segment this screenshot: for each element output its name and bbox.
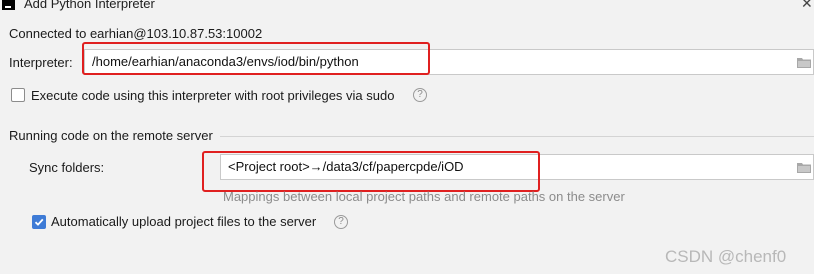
sync-folders-highlight (202, 151, 540, 192)
connection-status: Connected to earhian@103.10.87.53:10002 (9, 26, 263, 41)
title-bar: Add Python Interpreter ✕ (0, 0, 814, 14)
help-icon[interactable]: ? (334, 215, 348, 229)
interpreter-label: Interpreter: (9, 55, 73, 70)
sync-folders-hint: Mappings between local project paths and… (223, 189, 625, 204)
auto-upload-checkbox[interactable] (32, 215, 46, 229)
sudo-label[interactable]: Execute code using this interpreter with… (31, 88, 394, 103)
section-divider (220, 136, 814, 137)
folder-icon[interactable] (797, 162, 811, 173)
watermark: CSDN @chenf0 (665, 247, 787, 266)
folder-icon[interactable] (797, 57, 811, 68)
interpreter-highlight (82, 42, 430, 75)
sudo-checkbox[interactable] (11, 88, 25, 102)
app-icon (2, 0, 15, 10)
help-icon[interactable]: ? (413, 88, 427, 102)
close-icon[interactable]: ✕ (801, 0, 813, 12)
window-title: Add Python Interpreter (24, 0, 155, 11)
remote-section-heading: Running code on the remote server (9, 128, 213, 143)
auto-upload-label[interactable]: Automatically upload project files to th… (51, 214, 316, 229)
sync-folders-label: Sync folders: (29, 160, 105, 175)
